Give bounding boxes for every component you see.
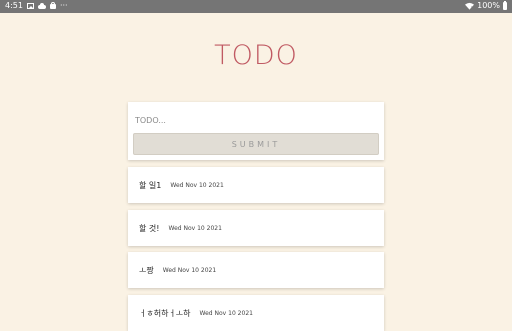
todo-item-row: ㅗ짱 Wed Nov 10 2021 (139, 252, 216, 288)
status-bar: 4:51 ··· 100% (0, 0, 512, 13)
wifi-icon (465, 2, 475, 10)
image-icon (26, 2, 34, 9)
battery-icon (503, 0, 507, 10)
todo-item[interactable]: ㅗ짱 Wed Nov 10 2021 (128, 252, 384, 288)
todo-item-text: 할 것! (139, 223, 160, 233)
todo-item-row: 할 것! Wed Nov 10 2021 (139, 210, 222, 246)
todo-item[interactable]: 할 일1 Wed Nov 10 2021 (128, 167, 384, 203)
todo-item[interactable]: 할 것! Wed Nov 10 2021 (128, 210, 384, 246)
bag-icon (49, 2, 56, 9)
todo-item-date: Wed Nov 10 2021 (170, 181, 224, 189)
todo-input[interactable] (135, 112, 375, 128)
todo-item-date: Wed Nov 10 2021 (162, 266, 217, 274)
app-title: TODO (214, 40, 298, 71)
status-right: 100% (465, 0, 507, 10)
more-icon: ··· (59, 0, 68, 10)
todo-form: SUBMIT (128, 102, 384, 160)
status-time: 4:51 (5, 1, 23, 10)
todo-item-text: ㅗ짱 (139, 265, 154, 275)
todo-item-text: 할 일1 (139, 180, 162, 190)
todo-item-text: ㅓㅎ허하ㅓㅗ하 (139, 308, 191, 318)
cloud-icon (37, 2, 46, 9)
todo-item-date: Wed Nov 10 2021 (199, 309, 253, 317)
battery-level: 100% (477, 1, 500, 10)
status-left: 4:51 ··· (5, 1, 68, 10)
todo-item[interactable]: ㅓㅎ허하ㅓㅗ하 Wed Nov 10 2021 (128, 295, 384, 331)
todo-item-date: Wed Nov 10 2021 (168, 224, 222, 232)
todo-item-row: ㅓㅎ허하ㅓㅗ하 Wed Nov 10 2021 (139, 295, 253, 331)
submit-button[interactable]: SUBMIT (133, 133, 379, 155)
todo-item-row: 할 일1 Wed Nov 10 2021 (139, 167, 224, 203)
